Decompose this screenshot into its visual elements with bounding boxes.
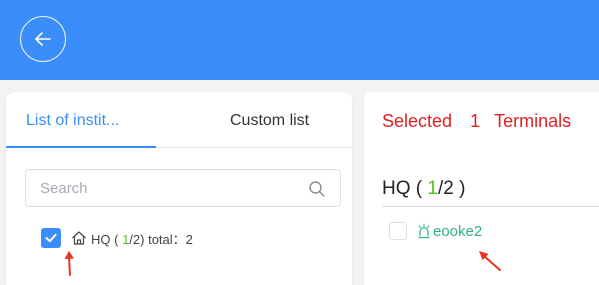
selected-summary: Selected 1 Terminals <box>382 111 571 132</box>
annotation-arrow-icon <box>479 251 501 271</box>
checkmark-icon <box>45 233 57 243</box>
device-checkbox[interactable] <box>389 222 407 240</box>
group-title: HQ ( 1/2 ) <box>382 178 465 200</box>
hq-paren-open: ( <box>110 231 123 247</box>
header-bar <box>0 0 599 80</box>
search-icon[interactable] <box>308 180 326 198</box>
institution-panel: List of instit... Custom list HQ ( 1/2) … <box>6 92 352 285</box>
group-rest: /2 ) <box>437 178 466 199</box>
annotation-arrow-icon <box>64 251 74 276</box>
hq-checkbox[interactable] <box>41 228 61 248</box>
search-box <box>25 169 341 207</box>
tab-custom-list[interactable]: Custom list <box>230 112 309 130</box>
back-button[interactable] <box>20 16 66 62</box>
active-tab-indicator <box>6 146 156 148</box>
search-input[interactable] <box>38 179 302 198</box>
hq-total-of: /2) total： <box>129 231 186 247</box>
group-selected-count: 1 <box>427 178 438 199</box>
tab-institutions[interactable]: List of instit... <box>26 112 119 130</box>
page: List of instit... Custom list HQ ( 1/2) … <box>0 0 599 285</box>
back-arrow-icon <box>35 32 51 46</box>
group-divider <box>382 206 599 207</box>
group-name: HQ <box>382 178 411 199</box>
terminals-label: Terminals <box>494 111 572 131</box>
hq-name: HQ <box>91 231 111 247</box>
device-name[interactable]: eooke2 <box>433 223 482 240</box>
hq-total: 2 <box>185 231 193 247</box>
alarm-bell-icon <box>418 223 430 239</box>
tree-node-hq[interactable]: HQ ( 1/2) total：2 <box>41 227 193 249</box>
selected-count: 1 <box>470 111 481 131</box>
group-paren-open: ( <box>410 178 428 199</box>
tab-divider <box>156 147 352 148</box>
selected-label: Selected <box>382 111 453 131</box>
hq-node-label: HQ ( 1/2) total：2 <box>91 229 193 248</box>
home-icon <box>72 231 86 245</box>
device-item[interactable]: eooke2 <box>389 222 482 240</box>
